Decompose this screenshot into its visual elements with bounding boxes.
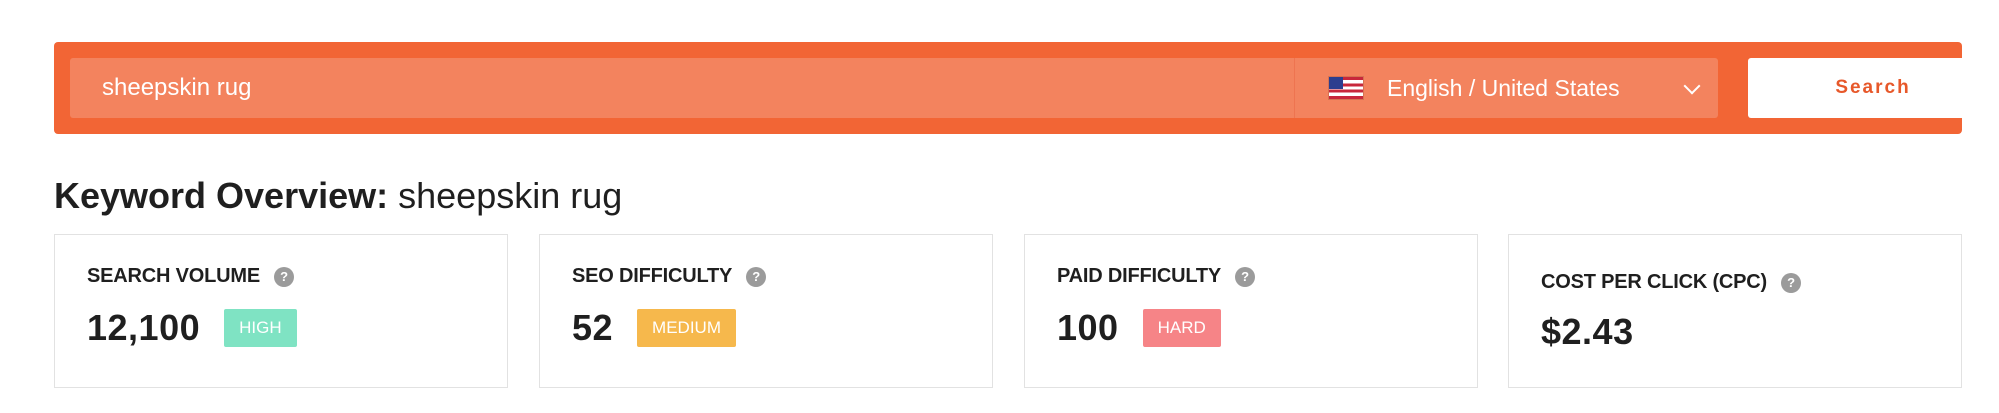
search-button[interactable]: Search <box>1748 58 1998 118</box>
search-query-text: sheepskin rug <box>102 74 252 101</box>
page-title-keyword: sheepskin rug <box>398 175 623 216</box>
locale-select[interactable]: English / United States <box>1294 58 1718 118</box>
search-volume-label: SEARCH VOLUME ? <box>87 265 294 288</box>
seo-difficulty-label-text: SEO DIFFICULTY <box>572 265 733 287</box>
cost-per-click-card: COST PER CLICK (CPC) ? $2.43 <box>1508 234 1962 388</box>
search-volume-value-row: 12,100 HIGH <box>87 307 297 349</box>
keyword-search-bar: sheepskin rug English / United States Se… <box>54 42 1998 134</box>
help-icon[interactable]: ? <box>1235 266 1256 287</box>
paid-difficulty-value-row: 100 HARD <box>1057 307 1221 349</box>
seo-difficulty-label: SEO DIFFICULTY ? <box>572 265 767 288</box>
paid-difficulty-label: PAID DIFFICULTY ? <box>1057 265 1256 288</box>
us-flag-icon <box>1329 77 1363 99</box>
seo-difficulty-value-row: 52 MEDIUM <box>572 307 736 349</box>
locale-label: English / United States <box>1387 74 1620 101</box>
cost-per-click-label: COST PER CLICK (CPC) ? <box>1541 271 1802 294</box>
chevron-down-icon <box>1683 77 1701 95</box>
paid-difficulty-card: PAID DIFFICULTY ? 100 HARD <box>1024 234 1478 388</box>
page-title: Keyword Overview: sheepskin rug <box>54 174 622 218</box>
paid-difficulty-label-text: PAID DIFFICULTY <box>1057 265 1222 287</box>
search-volume-label-text: SEARCH VOLUME <box>87 265 260 287</box>
cost-per-click-value-row: $2.43 <box>1541 311 1634 353</box>
keyword-search-input[interactable]: sheepskin rug <box>70 58 1294 118</box>
search-volume-card: SEARCH VOLUME ? 12,100 HIGH <box>54 234 508 388</box>
seo-difficulty-badge: MEDIUM <box>637 309 736 347</box>
paid-difficulty-badge: HARD <box>1142 309 1221 347</box>
help-icon[interactable]: ? <box>746 266 767 287</box>
help-icon[interactable]: ? <box>1781 272 1802 293</box>
help-icon[interactable]: ? <box>273 266 294 287</box>
search-volume-value: 12,100 <box>87 307 201 348</box>
paid-difficulty-value: 100 <box>1057 307 1119 348</box>
seo-difficulty-value: 52 <box>572 307 614 348</box>
seo-difficulty-card: SEO DIFFICULTY ? 52 MEDIUM <box>539 234 993 388</box>
search-volume-badge: HIGH <box>224 309 297 347</box>
page-title-label: Keyword Overview: <box>54 175 389 216</box>
cost-per-click-value: $2.43 <box>1541 311 1634 352</box>
cost-per-click-label-text: COST PER CLICK (CPC) <box>1541 271 1768 293</box>
